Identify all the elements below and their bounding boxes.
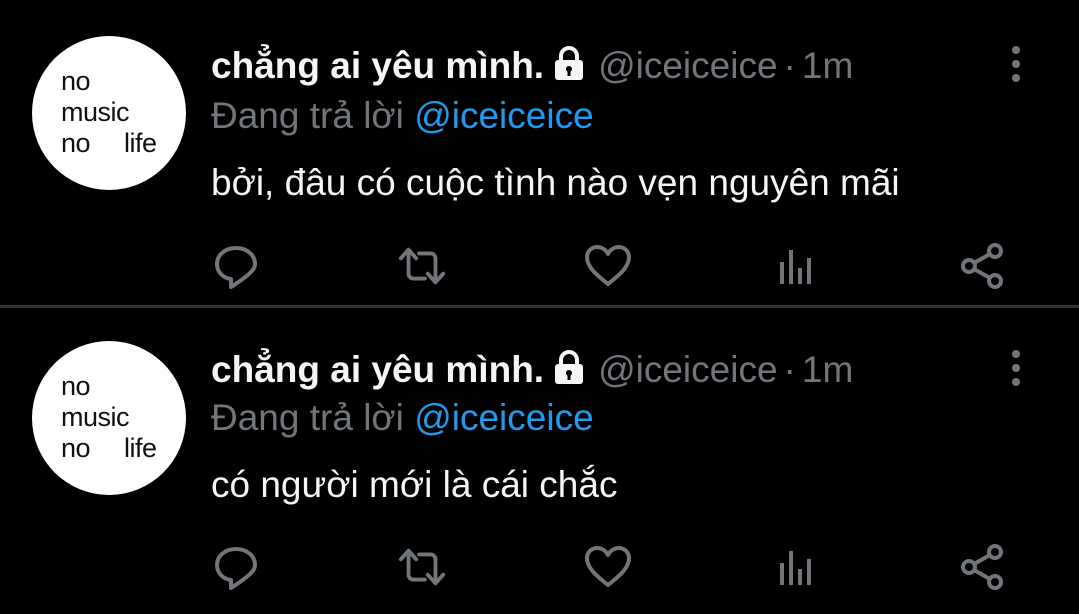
mention-link[interactable]: @iceiceice (414, 397, 593, 438)
action-bar (0, 539, 1079, 595)
action-bar (0, 238, 1079, 294)
replying-prefix: Đang trả lời (211, 95, 404, 136)
tweet[interactable]: no music no life chẳng ai yêu mình. @iceicei… (0, 309, 1079, 614)
avatar[interactable]: no music no life (32, 36, 186, 190)
mention-link[interactable]: @iceiceice (414, 95, 593, 136)
tweet-text: bởi, đâu có cuộc tình nào vẹn nguyên mãi (211, 162, 900, 203)
separator-dot: · (783, 45, 796, 86)
avatar-text-line: no life (61, 128, 186, 159)
share-icon[interactable] (956, 539, 1008, 595)
tweet-text: có người mới là cái chắc (211, 464, 618, 505)
user-handle[interactable]: @iceiceice (598, 45, 777, 86)
tweet[interactable]: no music no life chẳng ai yêu mình. @iceicei… (0, 0, 1079, 305)
tweet-divider (0, 305, 1079, 308)
share-icon[interactable] (956, 238, 1008, 294)
more-options-icon[interactable] (1006, 348, 1026, 388)
analytics-icon[interactable] (770, 539, 822, 595)
avatar-text-word: life (124, 433, 157, 463)
timestamp[interactable]: 1m (802, 45, 853, 86)
separator-dot: · (783, 349, 796, 390)
avatar-text-word: no (61, 433, 91, 463)
avatar-text-word: life (124, 128, 157, 158)
avatar[interactable]: no music no life (32, 341, 186, 495)
avatar-text-line: music (61, 402, 130, 432)
retweet-icon[interactable] (396, 539, 448, 595)
replying-to: Đang trả lời @iceiceice (211, 396, 594, 440)
reply-icon[interactable] (210, 539, 262, 595)
replying-prefix: Đang trả lời (211, 397, 404, 438)
avatar-text-line: no (61, 371, 91, 401)
avatar-text-line: no (61, 66, 91, 96)
display-name[interactable]: chẳng ai yêu mình. (211, 349, 544, 390)
like-icon[interactable] (582, 238, 634, 294)
avatar-text-line: music (61, 97, 130, 127)
lock-icon (552, 349, 586, 395)
more-options-icon[interactable] (1006, 44, 1026, 84)
display-name[interactable]: chẳng ai yêu mình. (211, 45, 544, 86)
replying-to: Đang trả lời @iceiceice (211, 94, 594, 138)
lock-icon (552, 45, 586, 91)
avatar-text-word: no (61, 128, 91, 158)
avatar-text-line: no life (61, 433, 186, 464)
like-icon[interactable] (582, 539, 634, 595)
tweet-header: chẳng ai yêu mình. @iceiceice · 1m (211, 44, 853, 88)
tweet-header: chẳng ai yêu mình. @iceiceice · 1m (211, 348, 853, 392)
timestamp[interactable]: 1m (802, 349, 853, 390)
reply-icon[interactable] (210, 238, 262, 294)
analytics-icon[interactable] (770, 238, 822, 294)
retweet-icon[interactable] (396, 238, 448, 294)
user-handle[interactable]: @iceiceice (598, 349, 777, 390)
